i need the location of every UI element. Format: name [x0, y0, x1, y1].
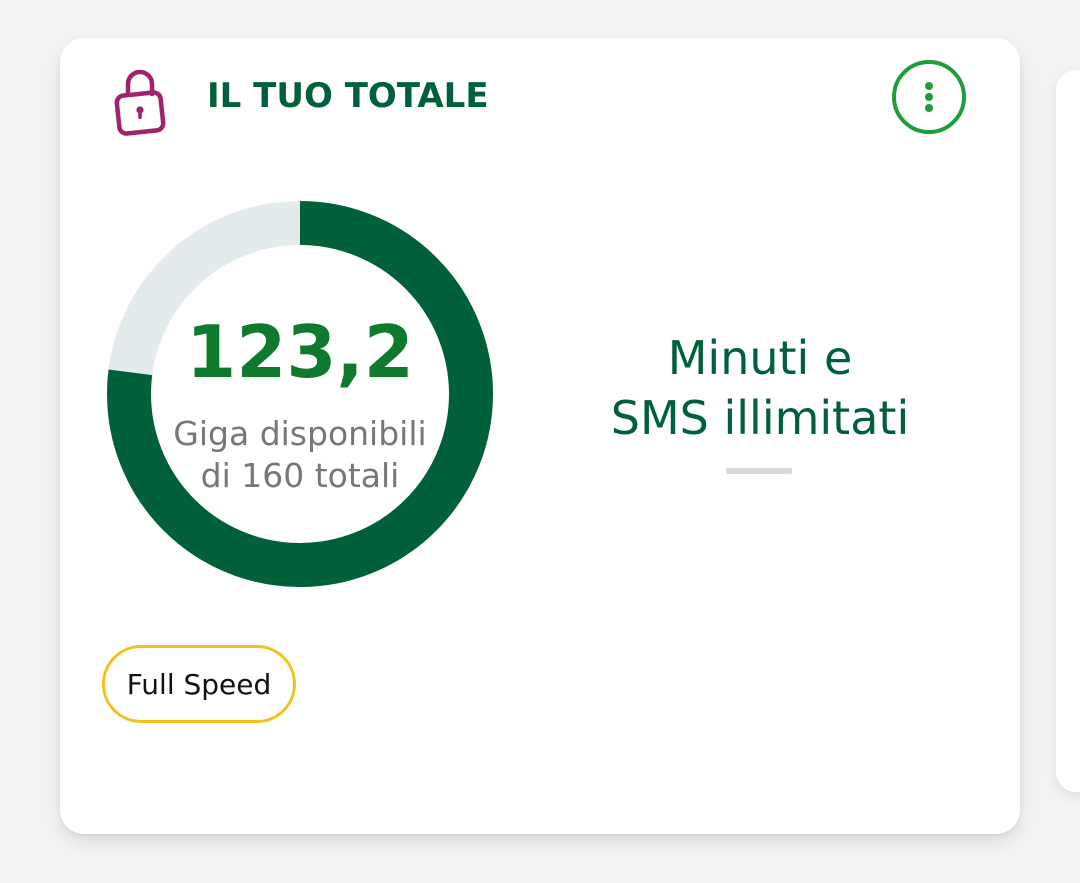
card-title: IL TUO TOTALE: [207, 76, 489, 116]
caption-line-2: di 160 totali: [200, 456, 400, 495]
data-usage-donut: [107, 201, 493, 587]
more-vertical-icon-dot: [925, 82, 933, 90]
more-options-button[interactable]: [892, 60, 966, 134]
total-card: IL TUO TOTALE 123,2 Giga disponibili di …: [60, 38, 1020, 834]
unlimited-minutes-sms: Minuti e SMS illimitati: [580, 328, 940, 448]
minutes-line-1: Minuti e: [667, 331, 853, 385]
more-vertical-icon-dot: [925, 93, 933, 101]
available-giga-caption: Giga disponibili di 160 totali: [106, 413, 494, 497]
more-vertical-icon-dot: [925, 104, 933, 112]
minutes-line-2: SMS illimitati: [610, 391, 910, 445]
caption-line-1: Giga disponibili: [173, 414, 427, 453]
lock-icon: [114, 69, 166, 136]
full-speed-badge: Full Speed: [102, 645, 296, 723]
available-giga-value: 123,2: [186, 310, 414, 394]
divider: [726, 468, 792, 474]
next-card-peek[interactable]: [1056, 70, 1080, 792]
